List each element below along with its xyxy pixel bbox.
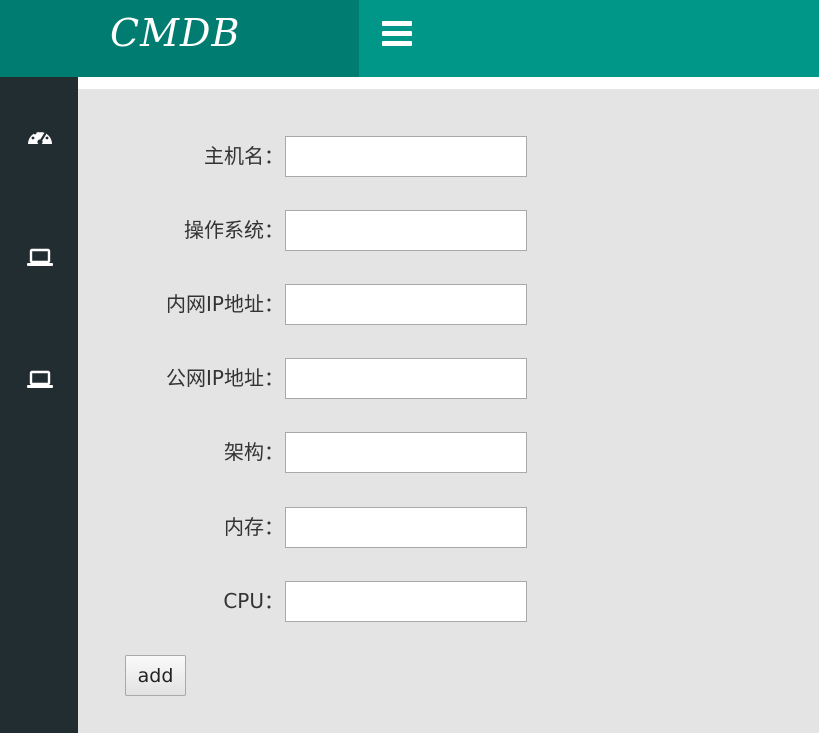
content-top-divider	[78, 77, 819, 89]
form-row-os: 操作系统：	[78, 210, 819, 251]
sidebar-item-hosts-2[interactable]	[24, 366, 56, 394]
add-button[interactable]: add	[125, 655, 186, 696]
hostname-input[interactable]	[285, 136, 527, 177]
arch-label: 架构：	[224, 440, 284, 464]
public-ip-label: 公网IP地址：	[166, 366, 284, 390]
top-header: CMDB	[0, 0, 819, 77]
hostname-label: 主机名：	[204, 144, 284, 168]
arch-input[interactable]	[285, 432, 527, 473]
form-row-cpu: CPU：	[78, 581, 819, 622]
laptop-icon	[27, 248, 53, 266]
os-input[interactable]	[285, 210, 527, 251]
laptop-icon	[27, 370, 53, 388]
sidebar	[0, 77, 78, 733]
os-label: 操作系统：	[184, 218, 284, 242]
memory-label: 内存：	[224, 515, 284, 539]
form-row-private-ip: 内网IP地址：	[78, 284, 819, 325]
cpu-label: CPU：	[223, 589, 284, 613]
dashboard-gauge-icon	[28, 129, 52, 145]
logo-area: CMDB	[0, 0, 359, 77]
cpu-input[interactable]	[285, 581, 527, 622]
form-row-public-ip: 公网IP地址：	[78, 358, 819, 399]
menu-toggle-button[interactable]	[382, 21, 412, 47]
form-row-arch: 架构：	[78, 432, 819, 473]
memory-input[interactable]	[285, 507, 527, 548]
sidebar-item-hosts[interactable]	[24, 244, 56, 272]
bars-icon	[382, 21, 412, 26]
main-content: 主机名： 操作系统： 内网IP地址： 公网IP地址： 架构： 内存： CPU： …	[78, 89, 819, 733]
public-ip-input[interactable]	[285, 358, 527, 399]
form-row-memory: 内存：	[78, 507, 819, 548]
form-row-hostname: 主机名：	[78, 136, 819, 177]
private-ip-label: 内网IP地址：	[166, 292, 284, 316]
private-ip-input[interactable]	[285, 284, 527, 325]
bars-icon-middle	[382, 31, 412, 36]
bars-icon-bottom	[382, 41, 412, 46]
app-logo[interactable]: CMDB	[110, 8, 240, 58]
sidebar-item-dashboard[interactable]	[24, 122, 56, 150]
